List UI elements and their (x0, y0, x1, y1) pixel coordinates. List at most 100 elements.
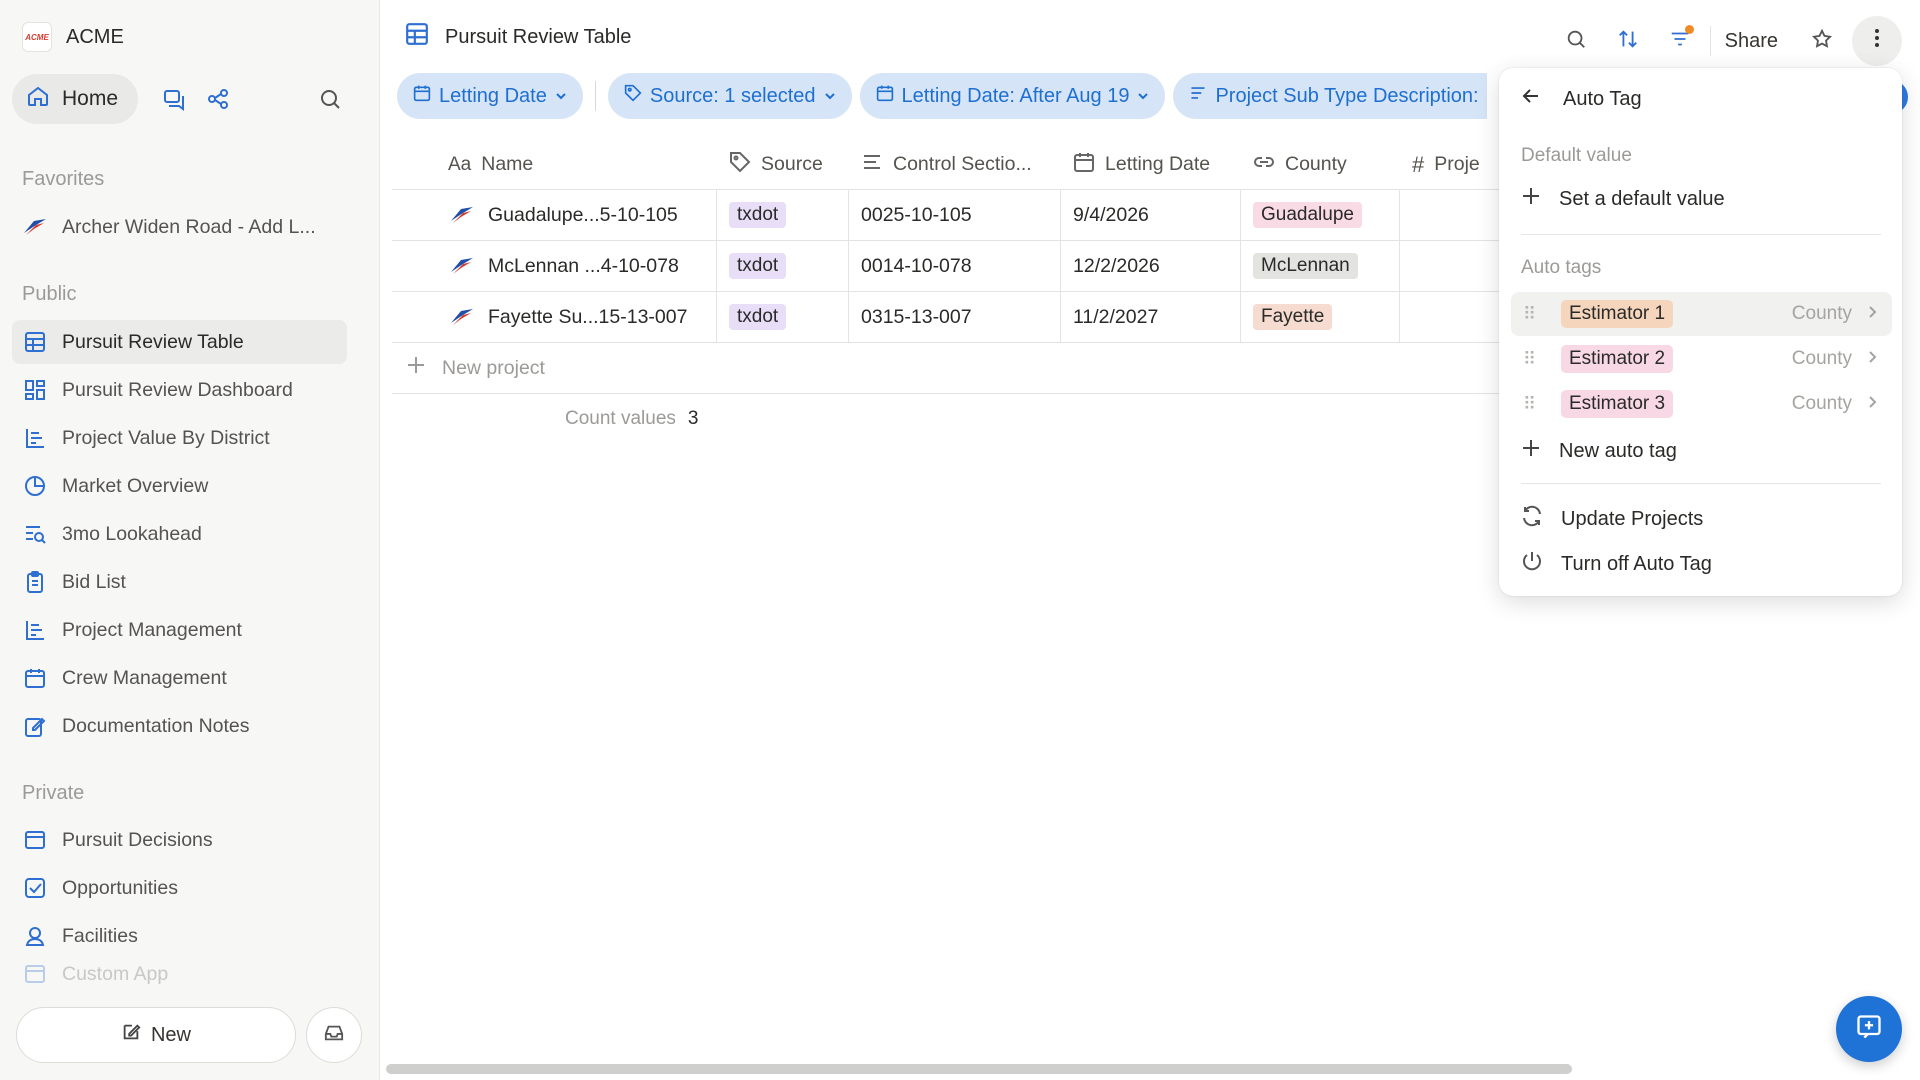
source-cell[interactable]: txdot (717, 291, 849, 343)
table-row[interactable]: McLennan ...4-10-078 txdot 0014-10-078 1… (392, 240, 1512, 292)
new-auto-tag-label: New auto tag (1559, 439, 1677, 462)
drag-handle-icon[interactable]: ⠿ (1523, 304, 1545, 325)
note-edit-icon (22, 713, 48, 739)
sidebar-item-project-management[interactable]: Project Management (12, 608, 347, 652)
county-cell[interactable]: Fayette (1241, 291, 1400, 343)
new-project-row[interactable]: New project (392, 343, 1512, 394)
column-header-name[interactable]: Aa Name (392, 140, 717, 190)
sidebar: ACME ACME Home Favorites Archer Widen Ro… (0, 0, 380, 1080)
sidebar-item-bid-list[interactable]: Bid List (12, 560, 347, 604)
name-cell[interactable]: Guadalupe...5-10-105 (392, 189, 717, 241)
share-button[interactable]: Share (1709, 26, 1792, 56)
filter-chip-project-sub-type[interactable]: Project Sub Type Description: (1173, 73, 1487, 119)
favorite-button[interactable] (1800, 21, 1844, 61)
new-button[interactable]: New (16, 1007, 296, 1063)
search-icon[interactable] (308, 77, 352, 121)
auto-tag-label: Estimator 3 (1561, 390, 1674, 418)
count-value: 3 (687, 408, 699, 429)
count-summary[interactable]: Count values 3 (565, 408, 698, 430)
control-section-cell[interactable]: 0014-10-078 (849, 240, 1061, 292)
sidebar-item-facilities[interactable]: Facilities (12, 914, 347, 958)
drag-handle-icon[interactable]: ⠿ (1523, 394, 1545, 415)
turn-off-auto-tag-button[interactable]: Turn off Auto Tag (1521, 550, 1712, 578)
compose-fab[interactable] (1836, 996, 1902, 1062)
project-cell[interactable] (1400, 292, 1512, 343)
filter-chip-letting-date[interactable]: Letting Date (397, 73, 583, 119)
project-cell[interactable] (1400, 190, 1512, 241)
name-cell[interactable]: Fayette Su...15-13-007 (392, 291, 717, 343)
column-label: Letting Date (1105, 153, 1211, 175)
column-header-county[interactable]: County (1241, 140, 1400, 190)
filter-bar: Letting Date Source: 1 selected Letting … (397, 73, 1487, 119)
chevron-right-icon (1868, 393, 1878, 415)
sidebar-item-label: Pursuit Review Dashboard (62, 378, 293, 401)
update-projects-button[interactable]: Update Projects (1521, 505, 1703, 533)
sidebar-item-3mo-lookahead[interactable]: 3mo Lookahead (12, 512, 347, 556)
inbox-button[interactable] (306, 1007, 362, 1063)
search-button[interactable] (1554, 21, 1598, 61)
drag-handle-icon[interactable]: ⠿ (1523, 349, 1545, 370)
county-cell[interactable]: Guadalupe (1241, 189, 1400, 241)
sidebar-item-opportunities[interactable]: Opportunities (12, 866, 347, 910)
column-header-project[interactable]: # Proje (1400, 140, 1512, 190)
county-tag: Guadalupe (1253, 202, 1362, 228)
workspace-switcher[interactable]: ACME ACME (22, 22, 124, 52)
control-section-cell[interactable]: 0315-13-007 (849, 291, 1061, 343)
divider (1521, 483, 1881, 484)
workspace-name: ACME (66, 25, 124, 48)
filter-button[interactable] (1658, 21, 1702, 61)
list-search-icon (22, 521, 48, 547)
column-label: Source (761, 153, 823, 175)
number-type-icon: # (1412, 151, 1425, 177)
sidebar-item-label: Facilities (62, 924, 138, 947)
turn-off-label: Turn off Auto Tag (1561, 552, 1712, 575)
bar-chart-icon (22, 617, 48, 643)
sidebar-item-documentation-notes[interactable]: Documentation Notes (12, 704, 347, 748)
filter-chip-source[interactable]: Source: 1 selected (607, 73, 852, 119)
sidebar-item-pursuit-decisions[interactable]: Pursuit Decisions (12, 818, 347, 862)
inbox-icon (324, 1023, 344, 1048)
table-row[interactable]: Guadalupe...5-10-105 txdot 0025-10-105 9… (392, 189, 1512, 241)
sort-button[interactable] (1606, 21, 1650, 61)
graph-icon[interactable] (196, 77, 240, 121)
sidebar-item-custom-app[interactable]: Custom App (12, 962, 347, 986)
letting-date-cell[interactable]: 12/2/2026 (1061, 240, 1241, 292)
favorite-label: Archer Widen Road - Add L... (62, 215, 316, 238)
auto-tag-field-label: County (1791, 348, 1852, 369)
column-header-control-section[interactable]: Control Sectio... (849, 140, 1061, 190)
auto-tag-row[interactable]: ⠿ Estimator 2 County (1511, 337, 1892, 381)
table-row[interactable]: Fayette Su...15-13-007 txdot 0315-13-007… (392, 291, 1512, 343)
sidebar-item-project-value-by-district[interactable]: Project Value By District (12, 416, 347, 460)
project-cell[interactable] (1400, 241, 1512, 292)
horizontal-scrollbar[interactable] (386, 1064, 1572, 1074)
control-section-cell[interactable]: 0025-10-105 (849, 189, 1061, 241)
chat-icon[interactable] (152, 77, 196, 121)
dashboard-icon (22, 377, 48, 403)
sidebar-item-pursuit-review-table[interactable]: Pursuit Review Table (12, 320, 347, 364)
auto-tag-row[interactable]: ⠿ Estimator 3 County (1511, 382, 1892, 426)
source-cell[interactable]: txdot (717, 189, 849, 241)
name-cell[interactable]: McLennan ...4-10-078 (392, 240, 717, 292)
back-arrow-icon[interactable] (1521, 86, 1541, 112)
column-header-source[interactable]: Source (717, 140, 849, 190)
sidebar-item-crew-management[interactable]: Crew Management (12, 656, 347, 700)
letting-date-cell[interactable]: 11/2/2027 (1061, 291, 1241, 343)
project-logo-icon (451, 258, 473, 274)
county-cell[interactable]: McLennan (1241, 240, 1400, 292)
auto-tag-row[interactable]: ⠿ Estimator 1 County (1511, 292, 1892, 336)
data-table: Aa Name Source Control Sectio... Letting… (392, 140, 1512, 394)
letting-date-cell[interactable]: 9/4/2026 (1061, 189, 1241, 241)
favorite-item[interactable]: Archer Widen Road - Add L... (12, 205, 347, 249)
set-default-value-button[interactable]: Set a default value (1521, 186, 1725, 212)
more-options-button[interactable] (1852, 16, 1902, 66)
new-auto-tag-button[interactable]: New auto tag (1521, 438, 1677, 464)
sidebar-item-pursuit-review-dashboard[interactable]: Pursuit Review Dashboard (12, 368, 347, 412)
sidebar-item-market-overview[interactable]: Market Overview (12, 464, 347, 508)
chip-label: Project Sub Type Description: (1215, 84, 1479, 107)
filter-chip-letting-date-after[interactable]: Letting Date: After Aug 19 (859, 73, 1166, 119)
home-button[interactable]: Home (12, 74, 139, 124)
project-logo-icon (22, 214, 48, 240)
column-header-letting-date[interactable]: Letting Date (1061, 140, 1241, 190)
update-projects-label: Update Projects (1561, 507, 1704, 530)
source-cell[interactable]: txdot (717, 240, 849, 292)
